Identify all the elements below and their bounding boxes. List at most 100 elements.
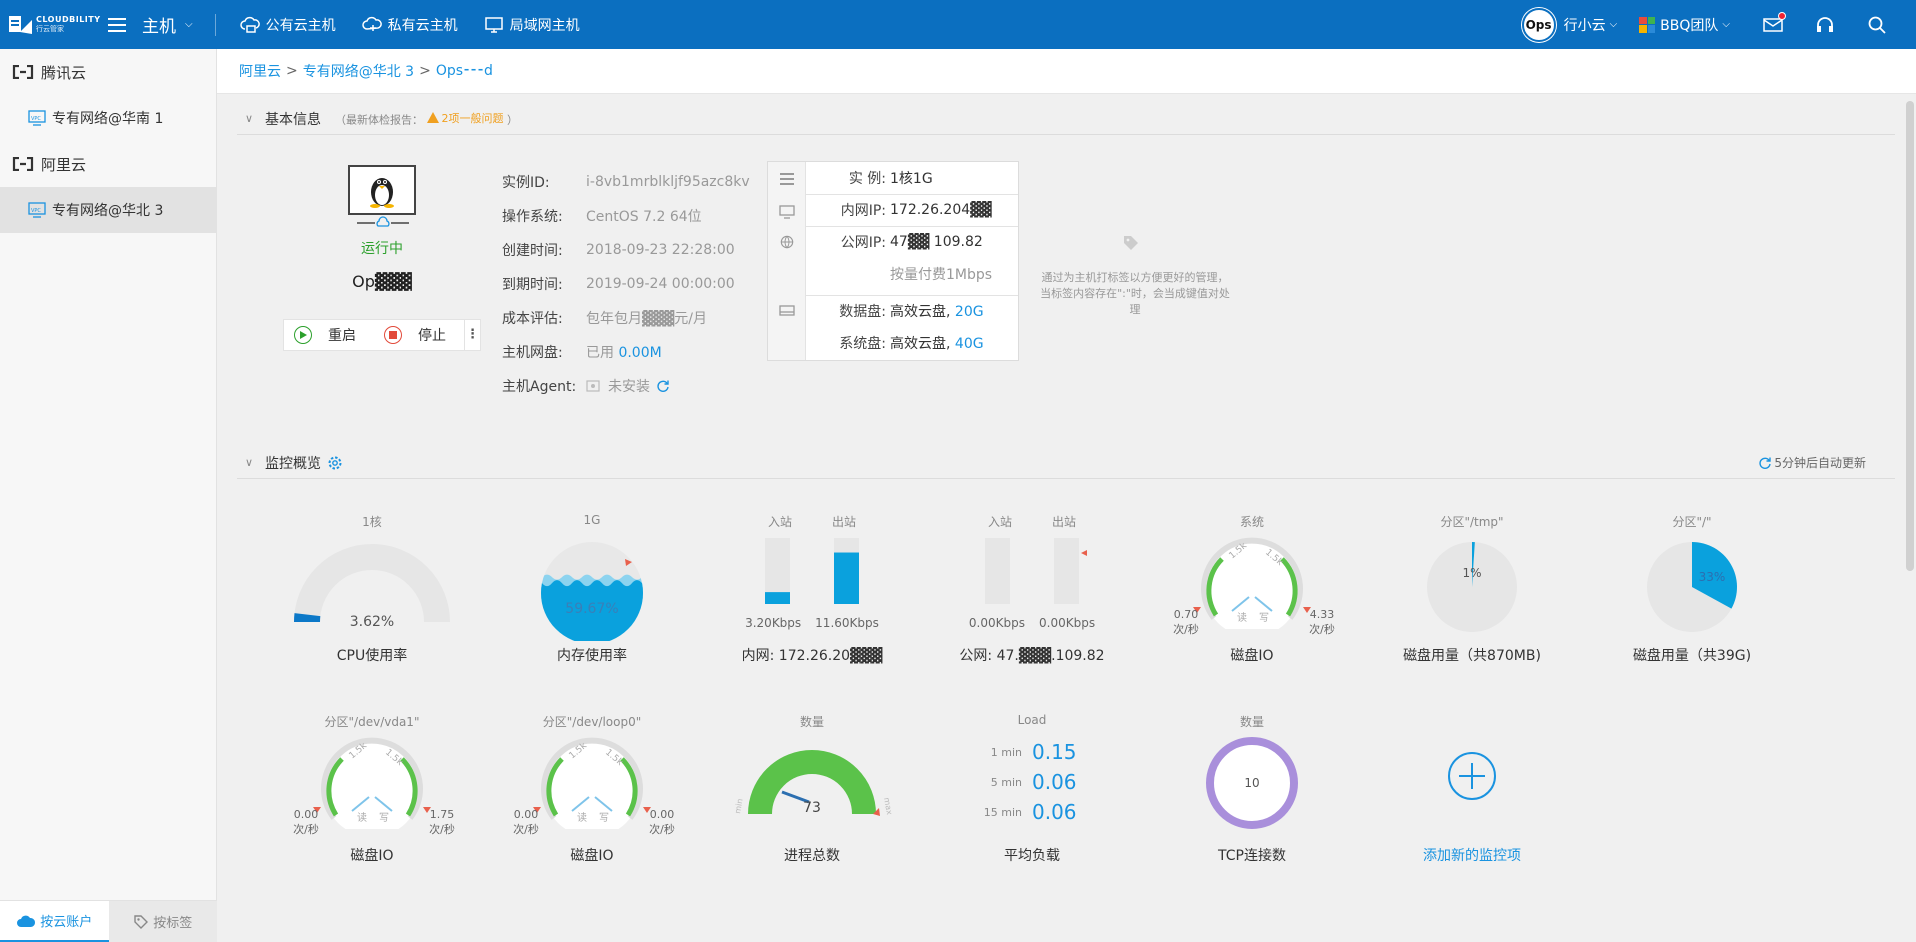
load-value: 0.15: [1032, 740, 1077, 764]
read-value: 0.00: [513, 808, 539, 821]
widget-io-vda1[interactable]: 分区"/dev/vda1" 1.5k 1.5k 读 写 0.00 次/秒 1.75…: [272, 713, 472, 868]
nav-private-cloud-host[interactable]: 私有云主机: [361, 15, 458, 35]
disk-tmp-pie: 1%: [1427, 542, 1517, 632]
stop-label: 停止: [418, 328, 446, 344]
monitor-icon: [779, 205, 795, 219]
gear-icon[interactable]: [327, 455, 343, 471]
sidebar-item-label: 专有网络@华北 3: [52, 203, 164, 219]
refresh-text: 5分钟后自动更新: [1774, 456, 1866, 470]
widget-title: 内存使用率: [557, 648, 627, 664]
more-actions-button[interactable]: ⋮: [464, 320, 480, 350]
widget-public-network[interactable]: 入站 出站 0.00Kbps 0.00Kbps 公网: 47.▓▓▓.109.8…: [932, 513, 1132, 668]
process-value: 73: [803, 800, 821, 816]
disk-tmp-value: 1%: [1462, 566, 1481, 580]
tag-icon: [134, 914, 149, 929]
cloud-icon: [17, 915, 36, 927]
brand-logo[interactable]: CLOUDBILITY 行云管家: [0, 0, 100, 49]
module-switcher[interactable]: 主机 ⌵: [142, 12, 193, 37]
avatar[interactable]: Ops: [1521, 7, 1556, 42]
widget-load-average[interactable]: Load 1 min 0.15 5 min 0.06 15 min 0.06 平均负载: [932, 713, 1132, 868]
breadcrumb-link-aliyun[interactable]: 阿里云: [239, 61, 281, 81]
breadcrumb-sep: >: [419, 63, 431, 79]
brand-sub: 行云管家: [36, 25, 64, 33]
mail-icon[interactable]: [1762, 11, 1786, 36]
cpu-gauge: 3.62%: [294, 544, 450, 630]
user-menu[interactable]: 行小云 ⌵: [1564, 15, 1618, 35]
widget-title: 内网: 172.26.20▓▓▓: [741, 648, 883, 664]
sidebar-group-tencent[interactable]: 腾讯云: [0, 49, 216, 95]
data-disk-size-link[interactable]: 20G: [955, 304, 984, 320]
nav-lan-host[interactable]: 局域网主机: [484, 15, 580, 35]
info-key: 成本评估:: [502, 311, 563, 327]
widget-disk-tmp[interactable]: 分区"/tmp" 1% 磁盘用量（共870MB): [1372, 513, 1572, 668]
restart-button[interactable]: 重启: [284, 325, 374, 345]
nav-label: 局域网主机: [509, 17, 580, 34]
netdisk-used-link[interactable]: 0.00M: [618, 345, 661, 361]
memory-liquid-gauge: 59.67%: [541, 542, 643, 644]
stop-button[interactable]: 停止: [374, 325, 464, 345]
health-report-link[interactable]: 2项一般问题: [426, 110, 504, 126]
sidebar-item-vpc-north3[interactable]: VPC 专有网络@华北 3: [0, 187, 216, 233]
info-row-agent: 主机Agent: 未安装: [502, 369, 750, 403]
widget-title: TCP连接数: [1218, 848, 1286, 864]
status-running: 运行中: [361, 241, 403, 257]
auto-refresh[interactable]: 5分钟后自动更新: [1758, 454, 1866, 471]
breadcrumb-link-vpc[interactable]: 专有网络@华北 3: [303, 61, 414, 81]
team-switcher[interactable]: BBQ团队 ⌵: [1639, 15, 1730, 35]
sidebar-group-label: 阿里云: [41, 155, 87, 174]
load-key: 1 min: [990, 745, 1022, 759]
collapse-chevron-icon[interactable]: ∨: [237, 112, 265, 125]
memory-value: 59.67%: [565, 601, 618, 617]
load-row-5: 5 min 0.06: [932, 767, 1132, 797]
hamburger-menu-icon[interactable]: [108, 17, 126, 32]
disk-root-value: 33%: [1699, 570, 1726, 584]
sys-disk-size-link[interactable]: 40G: [955, 336, 984, 352]
info-value: 包年包月▓▓▓元/月: [586, 311, 708, 327]
sidebar-item-vpc-south1[interactable]: VPC 专有网络@华南 1: [0, 95, 216, 141]
widget-system-io[interactable]: 系统 1.5k 1.5k 读 写 0.70 次/秒 4.33 次/秒 磁盘IO: [1152, 513, 1352, 668]
widget-add-monitor[interactable]: 添加新的监控项: [1372, 713, 1572, 868]
widget-cpu[interactable]: 1核 3.62% CPU使用率: [272, 513, 472, 668]
widget-process-count[interactable]: 数量 73 min max 进程总数: [712, 713, 912, 868]
restart-label: 重启: [328, 328, 356, 344]
disk-root-pie: 33%: [1647, 542, 1737, 632]
monitor-icon: [484, 16, 503, 33]
load-row-15: 15 min 0.06: [932, 797, 1132, 827]
widget-disk-root[interactable]: 分区"/" 33% 磁盘用量（共39G): [1592, 513, 1792, 668]
write-value: 4.33: [1309, 608, 1335, 621]
write-value: 0.00: [649, 808, 675, 821]
widget-label: 1G: [583, 513, 601, 527]
add-monitor-link[interactable]: 添加新的监控项: [1372, 845, 1572, 865]
breadcrumb-current-host[interactable]: Ops⁃⁃⁃d: [436, 63, 493, 79]
tab-by-cloud-account[interactable]: 按云账户: [0, 901, 109, 942]
write-label: 写: [599, 812, 609, 824]
play-icon: [294, 326, 312, 344]
info-value: 2018-09-23 22:28:00: [586, 242, 735, 258]
widget-private-network[interactable]: 入站 出站 3.20Kbps 11.60Kbps 内网: 172.26.20▓▓…: [712, 513, 912, 668]
collapse-chevron-icon[interactable]: ∨: [237, 456, 265, 469]
report-prefix: （最新体检报告：: [335, 113, 423, 127]
scrollbar[interactable]: [1906, 101, 1914, 571]
tab-by-tag[interactable]: 按标签: [108, 901, 217, 942]
add-circle-icon[interactable]: [1372, 749, 1572, 829]
team-grid-icon: [1639, 16, 1656, 33]
chevron-down-icon: ⌵: [1609, 19, 1618, 30]
sidebar-group-aliyun[interactable]: 阿里云: [0, 141, 216, 187]
widget-label: 分区"/tmp": [1440, 515, 1504, 529]
nav-public-cloud-host[interactable]: 公有云主机: [239, 15, 336, 35]
widget-io-loop0[interactable]: 分区"/dev/loop0" 1.5k 1.5k 读 写 0.00 次/秒 0.0…: [492, 713, 692, 868]
write-rate: 1.75 次/秒: [420, 808, 464, 837]
widget-memory[interactable]: 1G 59.67% 内存使用率: [492, 513, 692, 668]
refresh-icon[interactable]: [656, 379, 670, 393]
host-info-list: 实例ID: i-8vb1mrblkljf95azc8kv 操作系统: CentOS …: [502, 165, 750, 403]
section-title: 监控概览: [265, 455, 321, 472]
widget-tcp[interactable]: 数量 10 TCP连接数: [1152, 713, 1352, 868]
widget-title: 磁盘IO: [1230, 648, 1274, 664]
outbound-value: 0.00Kbps: [1039, 616, 1096, 630]
globe-icon: [780, 235, 794, 249]
search-icon[interactable]: [1866, 14, 1888, 36]
chevron-down-icon: ⌵: [185, 19, 193, 30]
widget-label: Load: [1017, 713, 1047, 727]
headset-icon[interactable]: [1814, 14, 1836, 36]
tag-icon[interactable]: [1122, 234, 1140, 252]
